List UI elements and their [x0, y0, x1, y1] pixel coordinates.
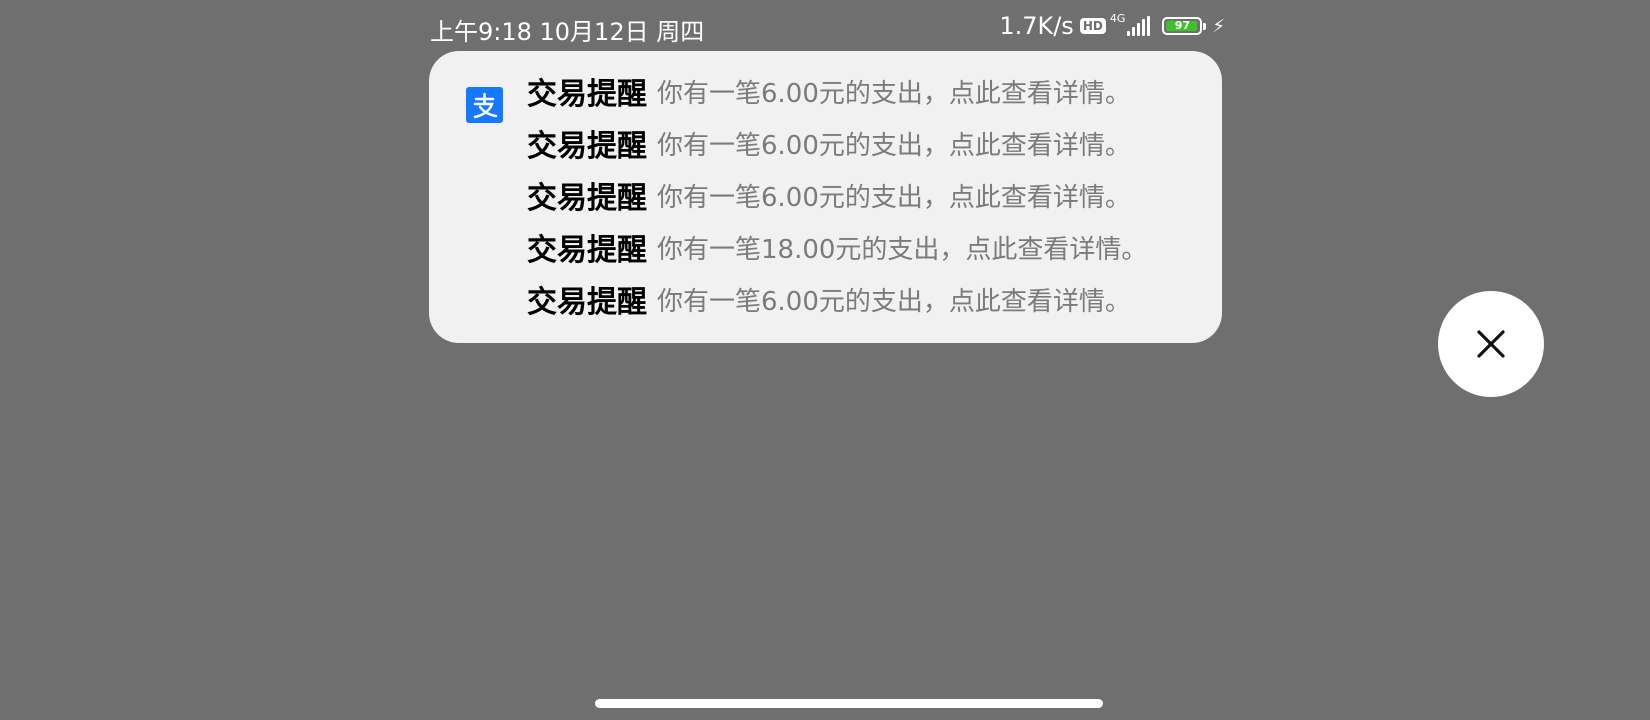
- notification-item[interactable]: 交易提醒 你有一笔6.00元的支出，点此查看详情。: [527, 117, 1147, 169]
- signal-icon: [1127, 16, 1151, 36]
- notification-text: 你有一笔6.00元的支出，点此查看详情。: [657, 286, 1131, 317]
- notification-item[interactable]: 交易提醒 你有一笔6.00元的支出，点此查看详情。: [527, 169, 1147, 221]
- notification-item[interactable]: 交易提醒 你有一笔18.00元的支出，点此查看详情。: [527, 221, 1147, 273]
- battery-cap: [1203, 22, 1207, 30]
- notification-list: 交易提醒 你有一笔6.00元的支出，点此查看详情。 交易提醒 你有一笔6.00元…: [527, 65, 1147, 325]
- notification-text: 你有一笔6.00元的支出，点此查看详情。: [657, 130, 1131, 161]
- notification-text: 你有一笔6.00元的支出，点此查看详情。: [657, 78, 1131, 109]
- network-speed: 1.7K/s: [999, 12, 1074, 40]
- charging-icon: ⚡: [1212, 15, 1225, 37]
- notification-title: 交易提醒: [527, 181, 647, 216]
- battery-icon: 97: [1162, 17, 1203, 35]
- status-time-date: 上午9:18 10月12日 周四: [430, 18, 705, 46]
- notification-item[interactable]: 交易提醒 你有一笔6.00元的支出，点此查看详情。: [527, 273, 1147, 325]
- notification-text: 你有一笔18.00元的支出，点此查看详情。: [657, 234, 1148, 265]
- notification-title: 交易提醒: [527, 77, 647, 112]
- battery-level: 97: [1174, 19, 1191, 32]
- network-type-label: 4G: [1109, 11, 1126, 25]
- notification-card[interactable]: 交易提醒 你有一笔6.00元的支出，点此查看详情。 交易提醒 你有一笔6.00元…: [429, 51, 1222, 343]
- status-bar: 上午9:18 10月12日 周四 1.7K/s HD 4G 97 ⚡: [430, 8, 1225, 46]
- close-button[interactable]: [1438, 291, 1544, 397]
- close-icon: [1477, 330, 1505, 358]
- hd-icon: HD: [1079, 18, 1106, 34]
- notification-text: 你有一笔6.00元的支出，点此查看详情。: [657, 182, 1131, 213]
- home-indicator[interactable]: [595, 699, 1103, 708]
- notification-item[interactable]: 交易提醒 你有一笔6.00元的支出，点此查看详情。: [527, 65, 1147, 117]
- status-icons: 1.7K/s HD 4G 97 ⚡: [999, 12, 1225, 40]
- notification-title: 交易提醒: [527, 233, 647, 268]
- notification-title: 交易提醒: [527, 285, 647, 320]
- notification-title: 交易提醒: [527, 129, 647, 164]
- alipay-icon: [466, 87, 503, 123]
